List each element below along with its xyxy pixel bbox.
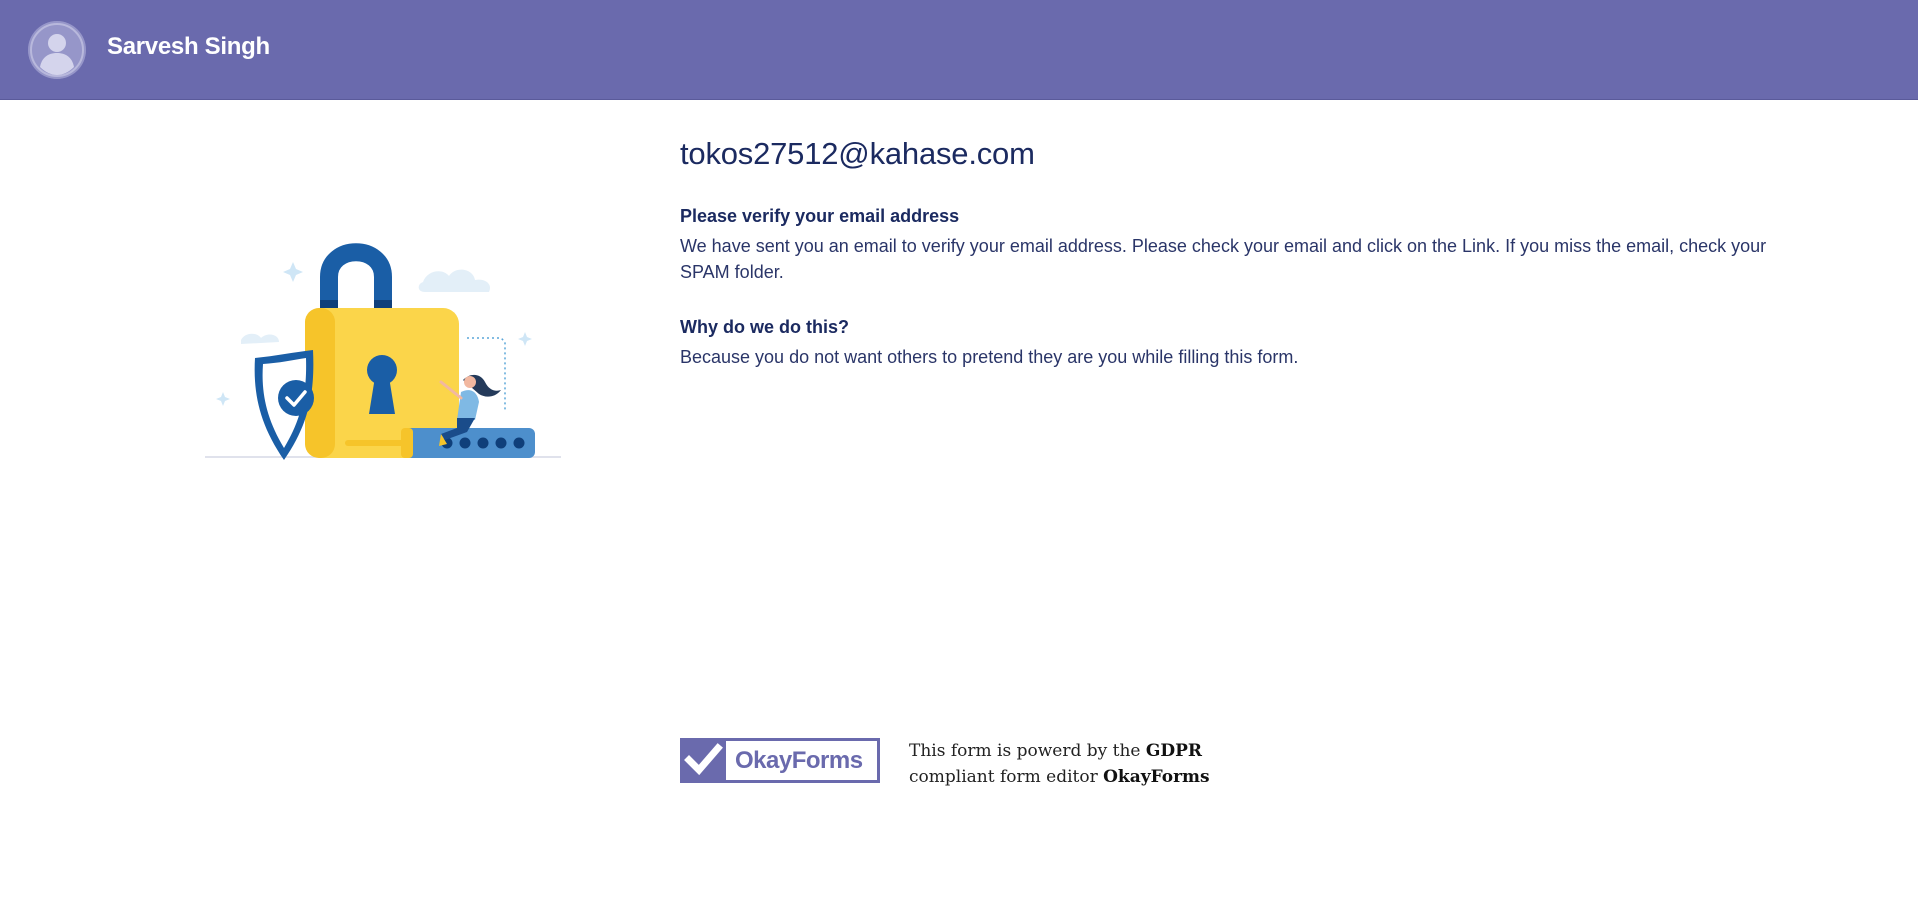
top-header-bar: Sarvesh Singh — [0, 0, 1918, 100]
why-title: Why do we do this? — [680, 317, 849, 337]
okayforms-logo[interactable]: OkayForms — [680, 738, 880, 783]
checkmark-icon — [680, 738, 726, 783]
user-avatar-icon[interactable] — [28, 21, 86, 79]
why-text: Because you do not want others to preten… — [680, 347, 1299, 367]
user-name: Sarvesh Singh — [107, 33, 270, 60]
powered-prefix: This form is powerd by the — [909, 741, 1146, 761]
verify-text: We have sent you an email to verify your… — [680, 236, 1767, 282]
powered-by-text: This form is powerd by the GDPR complian… — [909, 738, 1229, 790]
verification-content: tokos27512@kahase.com Please verify your… — [680, 136, 1800, 402]
gdpr-label: GDPR — [1145, 741, 1203, 761]
okayforms-brand-link[interactable]: OkayForms — [1103, 767, 1209, 787]
padlock-security-illustration — [205, 222, 561, 462]
powered-middle: compliant form editor — [909, 767, 1104, 787]
verify-title: Please verify your email address — [680, 206, 960, 226]
email-address-heading: tokos27512@kahase.com — [680, 136, 1035, 171]
okayforms-logo-text: OkayForms — [735, 747, 863, 774]
